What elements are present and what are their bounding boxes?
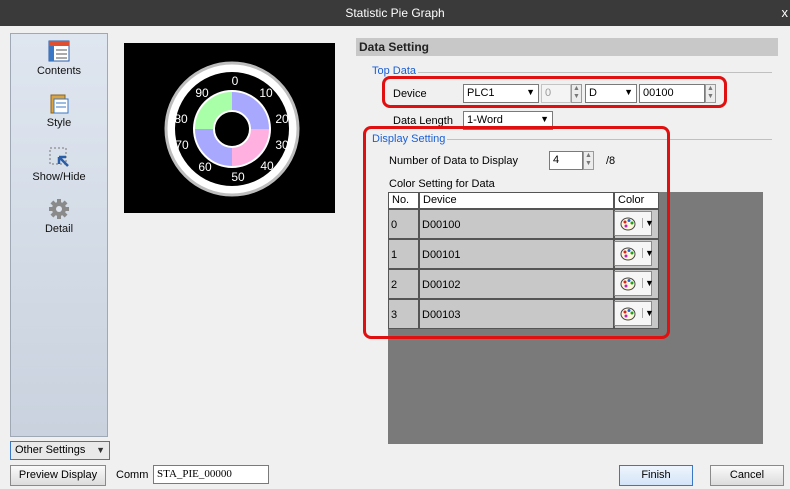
display-setting-highlight (363, 126, 670, 339)
top-data-highlight (382, 76, 727, 108)
data-length-value: 1-Word (467, 114, 503, 126)
window-title: Statistic Pie Graph (345, 6, 445, 20)
chevron-down-icon: ▼ (96, 445, 105, 455)
sidebar-item-style[interactable]: Style (11, 92, 107, 129)
pie-graph-preview: 0 10 20 30 40 50 60 70 80 90 (124, 43, 335, 213)
gear-icon (49, 199, 69, 219)
other-settings-dropdown[interactable]: Other Settings ▼ (10, 441, 110, 460)
title-bar: Statistic Pie Graph x (0, 0, 790, 26)
sidebar-item-label: Detail (44, 223, 74, 235)
show-hide-icon (49, 147, 69, 167)
gauge-label: 90 (195, 86, 209, 100)
sidebar-item-detail[interactable]: Detail (11, 198, 107, 235)
sidebar-item-show-hide[interactable]: Show/Hide (11, 146, 107, 183)
style-icon (50, 94, 69, 114)
gauge-label: 0 (232, 74, 239, 88)
preview-display-button[interactable]: Preview Display (10, 465, 106, 486)
gauge-label: 40 (260, 159, 274, 173)
pie-gauge: 0 10 20 30 40 50 60 70 80 90 (164, 61, 300, 197)
gauge-label: 60 (198, 160, 212, 174)
close-icon[interactable]: x (782, 5, 789, 20)
contents-icon (48, 40, 70, 62)
sidebar-item-label: Show/Hide (32, 171, 86, 183)
sidebar-item-label: Style (46, 117, 72, 129)
cancel-button[interactable]: Cancel (710, 465, 784, 486)
other-settings-label: Other Settings (15, 444, 86, 456)
data-setting-header: Data Setting (356, 38, 778, 56)
sidebar-item-label: Contents (36, 65, 82, 77)
comm-input[interactable]: STA_PIE_00000 (153, 465, 269, 484)
sidebar: Contents Style Show/Hide Detail (10, 33, 108, 437)
gauge-label: 10 (259, 86, 273, 100)
sidebar-item-contents[interactable]: Contents (11, 40, 107, 77)
chevron-down-icon: ▼ (540, 114, 549, 124)
finish-button[interactable]: Finish (619, 465, 693, 486)
gauge-label: 80 (174, 112, 188, 126)
gauge-label: 50 (231, 170, 245, 184)
gauge-label: 30 (275, 138, 289, 152)
gauge-label: 20 (275, 112, 289, 126)
comm-value: STA_PIE_00000 (157, 468, 232, 480)
comm-label: Comm (116, 469, 149, 481)
top-data-divider (372, 72, 772, 73)
gauge-label: 70 (175, 138, 189, 152)
